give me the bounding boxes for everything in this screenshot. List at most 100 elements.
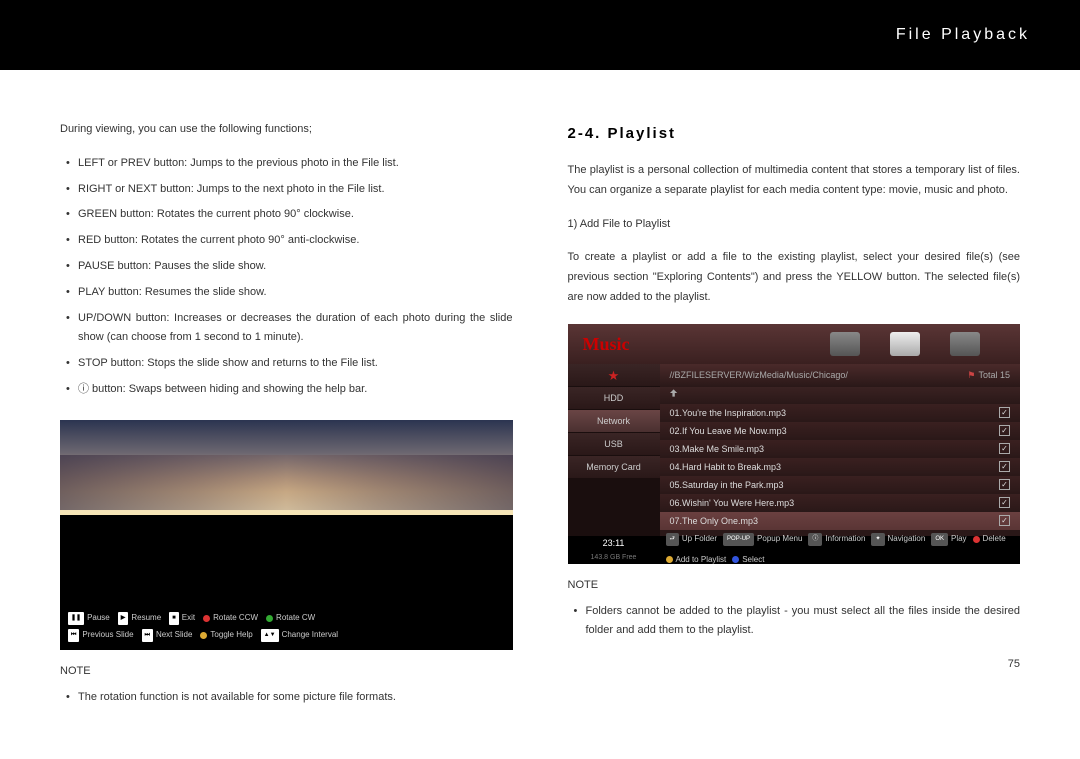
red-dot-icon	[203, 615, 210, 622]
file-name: 03.Make Me Smile.mp3	[670, 441, 765, 457]
intro-text: During viewing, you can use the followin…	[60, 120, 513, 140]
red-dot-icon	[973, 536, 980, 543]
function-list: LEFT or PREV button: Jumps to the previo…	[60, 154, 513, 400]
help-item: ▲▼Change Interval	[261, 628, 338, 642]
help-item: ⏮Previous Slide	[68, 628, 134, 642]
add-file-text: To create a playlist or add a file to th…	[568, 248, 1021, 307]
music-tab-label: Music	[583, 328, 630, 360]
right-column: 2-4. Playlist The playlist is a personal…	[568, 120, 1021, 713]
help-bar: ❚❚Pause▶Resume■ExitRotate CCWRotate CW ⏮…	[60, 607, 513, 650]
total-count: ⚑Total 15	[967, 367, 1010, 383]
section-heading: 2-4. Playlist	[568, 120, 1021, 147]
file-name: 04.Hard Habit to Break.mp3	[670, 459, 782, 475]
file-name: 06.Wishin' You Were Here.mp3	[670, 495, 795, 511]
status-bar: 23:11 143.8 GB Free ⮐Up FolderPOP-UPPopu…	[568, 536, 1021, 564]
page-header: File Playback	[0, 0, 1080, 70]
file-row: 06.Wishin' You Were Here.mp3 ✓	[660, 494, 1021, 512]
file-row: 07.The Only One.mp3 ✓	[660, 512, 1021, 530]
file-row: 02.If You Leave Me Now.mp3 ✓	[660, 422, 1021, 440]
bottom-item: Add to Playlist	[666, 553, 727, 564]
file-content: //BZFILESERVER/WizMedia/Music/Chicago/ ⚑…	[660, 364, 1021, 536]
help-item: Rotate CCW	[203, 611, 258, 625]
bottom-item: ✦Navigation	[871, 532, 925, 546]
function-item: LEFT or PREV button: Jumps to the previo…	[60, 154, 513, 174]
blue-dot-icon	[732, 556, 739, 563]
checkbox-icon: ✓	[999, 515, 1010, 526]
sidebar-item: Memory Card	[568, 456, 660, 479]
path-bar: //BZFILESERVER/WizMedia/Music/Chicago/ ⚑…	[660, 364, 1021, 387]
slideshow-screenshot: ❚❚Pause▶Resume■ExitRotate CCWRotate CW ⏮…	[60, 420, 513, 650]
button-icon: ▲▼	[261, 629, 279, 642]
function-item: PAUSE button: Pauses the slide show.	[60, 257, 513, 277]
photo-tab-icon	[950, 332, 980, 356]
help-item: ❚❚Pause	[68, 611, 110, 625]
playback-time: 23:11	[568, 535, 660, 551]
subsection-heading: 1) Add File to Playlist	[568, 215, 1021, 235]
file-name: 02.If You Leave Me Now.mp3	[670, 423, 787, 439]
music-browser-screenshot: Music ★HDDNetworkUSBMemory Card //BZFILE…	[568, 324, 1021, 564]
function-item: GREEN button: Rotates the current photo …	[60, 205, 513, 225]
function-item: ⓘ button: Swaps between hiding and showi…	[60, 380, 513, 400]
sidebar-item: Network	[568, 410, 660, 433]
left-note-list: The rotation function is not available f…	[60, 688, 513, 708]
function-item: RIGHT or NEXT button: Jumps to the next …	[60, 180, 513, 200]
button-icon: OK	[931, 533, 948, 546]
button-icon: ⓘ	[808, 533, 822, 546]
file-name: 01.You're the Inspiration.mp3	[670, 405, 786, 421]
checkbox-icon: ✓	[999, 497, 1010, 508]
green-dot-icon	[266, 615, 273, 622]
function-item: PLAY button: Resumes the slide show.	[60, 283, 513, 303]
file-row: 05.Saturday in the Park.mp3✓	[660, 476, 1021, 494]
up-folder-row	[660, 387, 1021, 404]
function-item: STOP button: Stops the slide show and re…	[60, 354, 513, 374]
button-icon: ❚❚	[68, 612, 84, 625]
checkbox-icon: ✓	[999, 407, 1010, 418]
playlist-intro: The playlist is a personal collection of…	[568, 161, 1021, 201]
music-tab-icon	[890, 332, 920, 356]
button-icon: ⏮	[68, 629, 79, 642]
help-item: ■Exit	[169, 611, 195, 625]
checkbox-icon: ✓	[999, 425, 1010, 436]
function-item: RED button: Rotates the current photo 90…	[60, 231, 513, 251]
file-row: 04.Hard Habit to Break.mp3 ✓	[660, 458, 1021, 476]
help-item: ▶Resume	[118, 611, 161, 625]
media-tabs: Music	[568, 324, 1021, 364]
file-name: 05.Saturday in the Park.mp3	[670, 477, 784, 493]
file-row: 03.Make Me Smile.mp3 ✓	[660, 440, 1021, 458]
button-icon: ■	[169, 612, 179, 625]
bottom-item: Select	[732, 553, 764, 564]
page-body: During viewing, you can use the followin…	[0, 70, 1080, 753]
checkbox-icon: ✓	[999, 461, 1010, 472]
note-item: The rotation function is not available f…	[60, 688, 513, 708]
button-icon: ⮐	[666, 533, 679, 546]
checkbox-icon: ✓	[999, 443, 1010, 454]
button-icon: ✦	[871, 533, 884, 546]
help-item: ⏭Next Slide	[142, 628, 193, 642]
video-tab-icon	[830, 332, 860, 356]
bottom-item: ⓘInformation	[808, 532, 865, 546]
sidebar-item: HDD	[568, 387, 660, 410]
file-row: 01.You're the Inspiration.mp3 ✓	[660, 404, 1021, 422]
file-name: 07.The Only One.mp3	[670, 513, 759, 529]
note-item: Folders cannot be added to the playlist …	[568, 602, 1021, 642]
folder-path: //BZFILESERVER/WizMedia/Music/Chicago/	[670, 367, 848, 383]
button-icon: ⏭	[142, 629, 153, 642]
sidebar-item: USB	[568, 433, 660, 456]
bottom-item: OKPlay	[931, 532, 966, 546]
left-column: During viewing, you can use the followin…	[60, 120, 513, 713]
function-item: UP/DOWN button: Increases or decreases t…	[60, 309, 513, 349]
button-icon: POP-UP	[723, 533, 754, 546]
button-icon: ▶	[118, 612, 129, 625]
bottom-item: Delete	[973, 532, 1006, 546]
source-sidebar: ★HDDNetworkUSBMemory Card	[568, 364, 660, 536]
sidebar-item: ★	[568, 364, 660, 387]
free-space: 143.8 GB Free	[568, 552, 660, 564]
bottom-item: POP-UPPopup Menu	[723, 532, 802, 546]
right-note-list: Folders cannot be added to the playlist …	[568, 602, 1021, 642]
help-item: Toggle Help	[200, 628, 252, 642]
yellow-dot-icon	[666, 556, 673, 563]
yellow-dot-icon	[200, 632, 207, 639]
page-number: 75	[568, 655, 1021, 675]
note-heading: NOTE	[60, 662, 513, 682]
note-heading-right: NOTE	[568, 576, 1021, 596]
